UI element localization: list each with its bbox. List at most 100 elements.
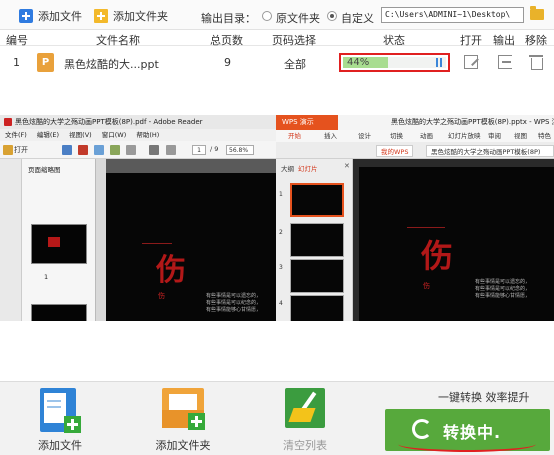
slide-small-calligraphy: 伤 [423, 282, 430, 290]
reader-mail-icon [166, 145, 176, 155]
reader-menu-help: 帮助(H) [136, 131, 160, 139]
row-index: 1 [13, 56, 20, 69]
header-page-selection: 页码选择 [272, 34, 316, 47]
add-folder-large-icon [162, 388, 205, 430]
add-file-label: 添加文件 [38, 10, 82, 23]
header-file-name: 文件名称 [96, 34, 140, 47]
row-page-selection[interactable]: 全部 [284, 56, 306, 72]
wps-menubar: 开始 插入 设计 切换 动画 幻灯片放映 审阅 视图 特色 [276, 130, 554, 142]
loading-spinner-icon [412, 419, 432, 439]
bottom-add-folder-label: 添加文件夹 [155, 439, 211, 452]
wps-tab-outline: 大纲 [281, 165, 294, 173]
output-dir-label: 输出目录： [201, 12, 256, 25]
header-output: 输出 [493, 34, 515, 47]
wps-document-view: 伤 伤 有些事情是可以遗忘的， 有些事情是可以纪念的， 有些事情能够心甘情愿， [353, 159, 554, 321]
reader-tool-icon [78, 145, 88, 155]
reader-zoom-input: 56.8% [226, 145, 254, 155]
output-path-input[interactable]: C:\Users\ADMINI~1\Desktop\ [381, 7, 524, 23]
ppt-file-icon: P [37, 53, 54, 72]
reader-open-icon [3, 145, 13, 155]
progress-bar: 44% [339, 53, 450, 72]
wps-tab-mywps: 我的WPS [376, 145, 414, 157]
add-folder-button[interactable]: 添加文件夹 [94, 7, 168, 25]
wps-slide-number: 2 [279, 229, 283, 236]
radio-custom-label: 自定义 [341, 12, 374, 25]
wps-slide-thumbnail [290, 295, 344, 321]
add-document-icon [40, 388, 81, 433]
wps-titlebar: WPS 演示 黑色炫酷的大学之殇动画PPT模板(8P).pptx - WPS 演… [276, 115, 554, 130]
add-file-button[interactable]: 添加文件 [19, 7, 82, 25]
wps-slide-number: 3 [279, 264, 283, 271]
output-folder-icon[interactable] [498, 55, 512, 69]
wps-panel-close-icon: ✕ [344, 162, 350, 170]
slide-calligraphy: 伤 [156, 253, 186, 288]
bottom-add-file-button[interactable]: 添加文件 [20, 382, 100, 455]
wps-menu-transition: 切换 [390, 132, 403, 140]
add-file-icon [19, 9, 33, 23]
bottom-add-file-label: 添加文件 [38, 439, 82, 452]
wps-slide: 伤 伤 有些事情是可以遗忘的， 有些事情是可以纪念的， 有些事情能够心甘情愿， [359, 167, 554, 321]
wps-window: WPS 演示 黑色炫酷的大学之殇动画PPT模板(8P).pptx - WPS 演… [276, 115, 554, 321]
wps-tab-document: 黑色炫酷的大学之殇动画PPT模板(8P) [426, 145, 554, 157]
slide-small-calligraphy: 伤 [158, 292, 165, 300]
wps-side-tabs: 大纲 幻灯片 [281, 163, 318, 173]
wps-menu-design: 设计 [358, 132, 371, 140]
wps-title: 黑色炫酷的大学之殇动画PPT模板(8P).pptx - WPS 演示 [391, 118, 554, 126]
reader-page-thumbnail [31, 304, 87, 321]
wps-slide-panel: 大纲 幻灯片 ✕ 1 2 3 4 [276, 159, 353, 321]
row-total-pages: 9 [224, 56, 231, 69]
radio-original-folder[interactable] [262, 11, 272, 21]
wps-menu-insert: 插入 [324, 132, 337, 140]
progress-text: 44% [347, 57, 370, 68]
reader-menu-window: 窗口(W) [101, 131, 127, 139]
reader-side-tools [0, 159, 22, 321]
radio-custom[interactable] [327, 11, 337, 21]
pause-icon[interactable] [435, 58, 443, 67]
reader-scrollbar [96, 159, 106, 321]
reader-tool-icon [94, 145, 104, 155]
slide-text-line: 有些事情是可以遗忘的， [206, 293, 262, 299]
reader-document-view: 伤 伤 有些事情是可以遗忘的， 有些事情是可以纪念的， 有些事情能够心甘情愿， [106, 159, 276, 321]
remove-icon[interactable] [529, 55, 543, 70]
reader-menu-view: 视图(V) [69, 131, 92, 139]
header-total-pages: 总页数 [210, 34, 243, 47]
add-folder-label: 添加文件夹 [113, 10, 168, 23]
wps-slide-number: 4 [279, 300, 283, 307]
slide-text-line: 有些事情能够心甘情愿， [475, 293, 531, 299]
slide-decor-line [142, 243, 172, 244]
bottom-add-folder-button[interactable]: 添加文件夹 [143, 382, 223, 455]
reader-toolbar: 打开 1 / 9 56.8% [0, 141, 276, 159]
header-status: 状态 [383, 34, 405, 47]
wps-slide-thumbnail [290, 223, 344, 257]
wps-slide-thumbnail [290, 259, 344, 293]
clear-list-label: 清空列表 [283, 439, 327, 452]
wps-app-name: WPS 演示 [276, 115, 338, 130]
conversion-preview-image: 黑色炫酷的大学之殇动画PPT模板(8P).pdf - Adobe Reader … [0, 115, 554, 321]
wps-menu-view: 视图 [514, 132, 527, 140]
browse-folder-icon[interactable] [530, 6, 544, 20]
slide-text-line: 有些事情是可以纪念的， [475, 286, 531, 292]
file-table-header: 编号 文件名称 总页数 页码选择 状态 打开 输出 移除 [0, 30, 554, 47]
header-remove: 移除 [525, 34, 547, 47]
reader-tool-icon [110, 145, 120, 155]
add-folder-icon [94, 9, 108, 23]
broom-icon [285, 388, 325, 428]
slide-text-line: 有些事情是可以遗忘的， [475, 279, 531, 285]
wps-menu-home: 开始 [288, 132, 301, 140]
open-file-icon[interactable] [464, 55, 478, 69]
wps-menu-special: 特色 [538, 132, 551, 140]
reader-page-input: 1 [192, 145, 206, 155]
slide-text-line: 有些事情是可以纪念的， [206, 300, 262, 306]
reader-menu-edit: 编辑(E) [36, 131, 60, 139]
reader-thumbnails-panel: 页面缩略图 [22, 159, 96, 321]
reader-thumbs-title: 页面缩略图 [28, 166, 61, 174]
slide-calligraphy: 伤 [421, 237, 454, 275]
radio-original-folder-label: 原文件夹 [276, 12, 320, 25]
top-toolbar: 添加文件 添加文件夹 输出目录： 原文件夹 自定义 C:\Users\ADMIN… [0, 0, 554, 30]
reader-open-label: 打开 [14, 146, 28, 154]
clear-list-button[interactable]: 清空列表 [265, 382, 345, 455]
reader-page-total: / 9 [210, 145, 219, 153]
progress-track: 44% [343, 57, 446, 68]
reader-menubar: 文件(F) 编辑(E) 视图(V) 窗口(W) 帮助(H) [0, 129, 276, 141]
slogan-text: 一键转换 效率提升 [438, 391, 530, 404]
